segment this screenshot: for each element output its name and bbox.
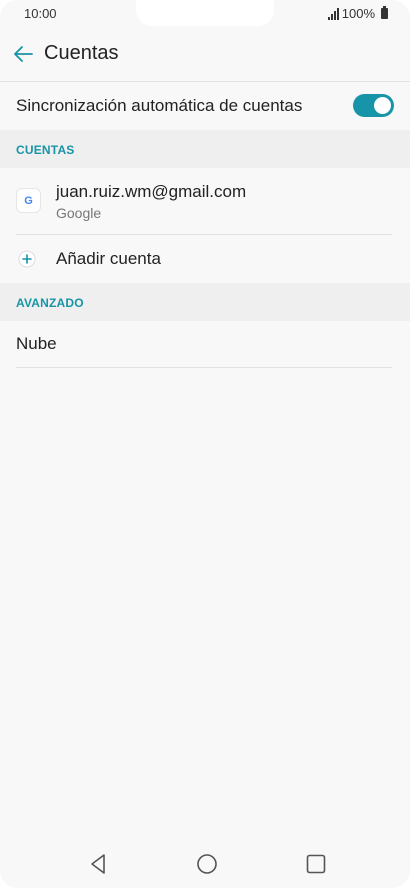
plus-circle-icon [18, 250, 36, 268]
auto-sync-toggle[interactable] [353, 94, 394, 117]
recents-square-icon[interactable] [304, 852, 328, 876]
accounts-section-title: CUENTAS [16, 143, 75, 157]
cloud-label: Nube [16, 334, 57, 353]
google-icon: G [16, 188, 41, 213]
account-type: Google [56, 205, 102, 221]
page-title: Cuentas [44, 42, 119, 64]
account-row-google[interactable]: G juan.ruiz.wm@gmail.com Google [0, 168, 410, 234]
navigation-bar [0, 838, 410, 888]
toggle-knob [374, 97, 391, 114]
app-bar: Cuentas [0, 26, 410, 82]
advanced-section-header: AVANZADO [0, 283, 410, 321]
status-time: 10:00 [24, 6, 57, 21]
home-circle-icon[interactable] [195, 852, 219, 876]
divider [16, 367, 392, 368]
auto-sync-row[interactable]: Sincronización automática de cuentas [0, 82, 410, 128]
divider [16, 234, 392, 235]
settings-screen: 10:00 100% Cuentas Sincronización automá… [0, 0, 410, 888]
status-bar: 10:00 100% [0, 0, 410, 26]
cloud-row[interactable]: Nube [0, 321, 410, 367]
battery-icon [381, 6, 388, 19]
account-email: juan.ruiz.wm@gmail.com [56, 182, 247, 201]
arrow-left-icon[interactable] [12, 43, 34, 65]
add-account-label: Añadir cuenta [56, 249, 161, 268]
add-account-row[interactable]: Añadir cuenta [0, 236, 410, 282]
status-indicators: 100% [327, 6, 388, 21]
auto-sync-label: Sincronización automática de cuentas [16, 96, 303, 115]
accounts-section-header: CUENTAS [0, 130, 410, 168]
signal-icon [327, 7, 339, 20]
battery-level: 100% [341, 6, 375, 21]
advanced-section-title: AVANZADO [16, 296, 84, 310]
back-triangle-icon[interactable] [86, 852, 110, 876]
display-notch [136, 0, 274, 26]
